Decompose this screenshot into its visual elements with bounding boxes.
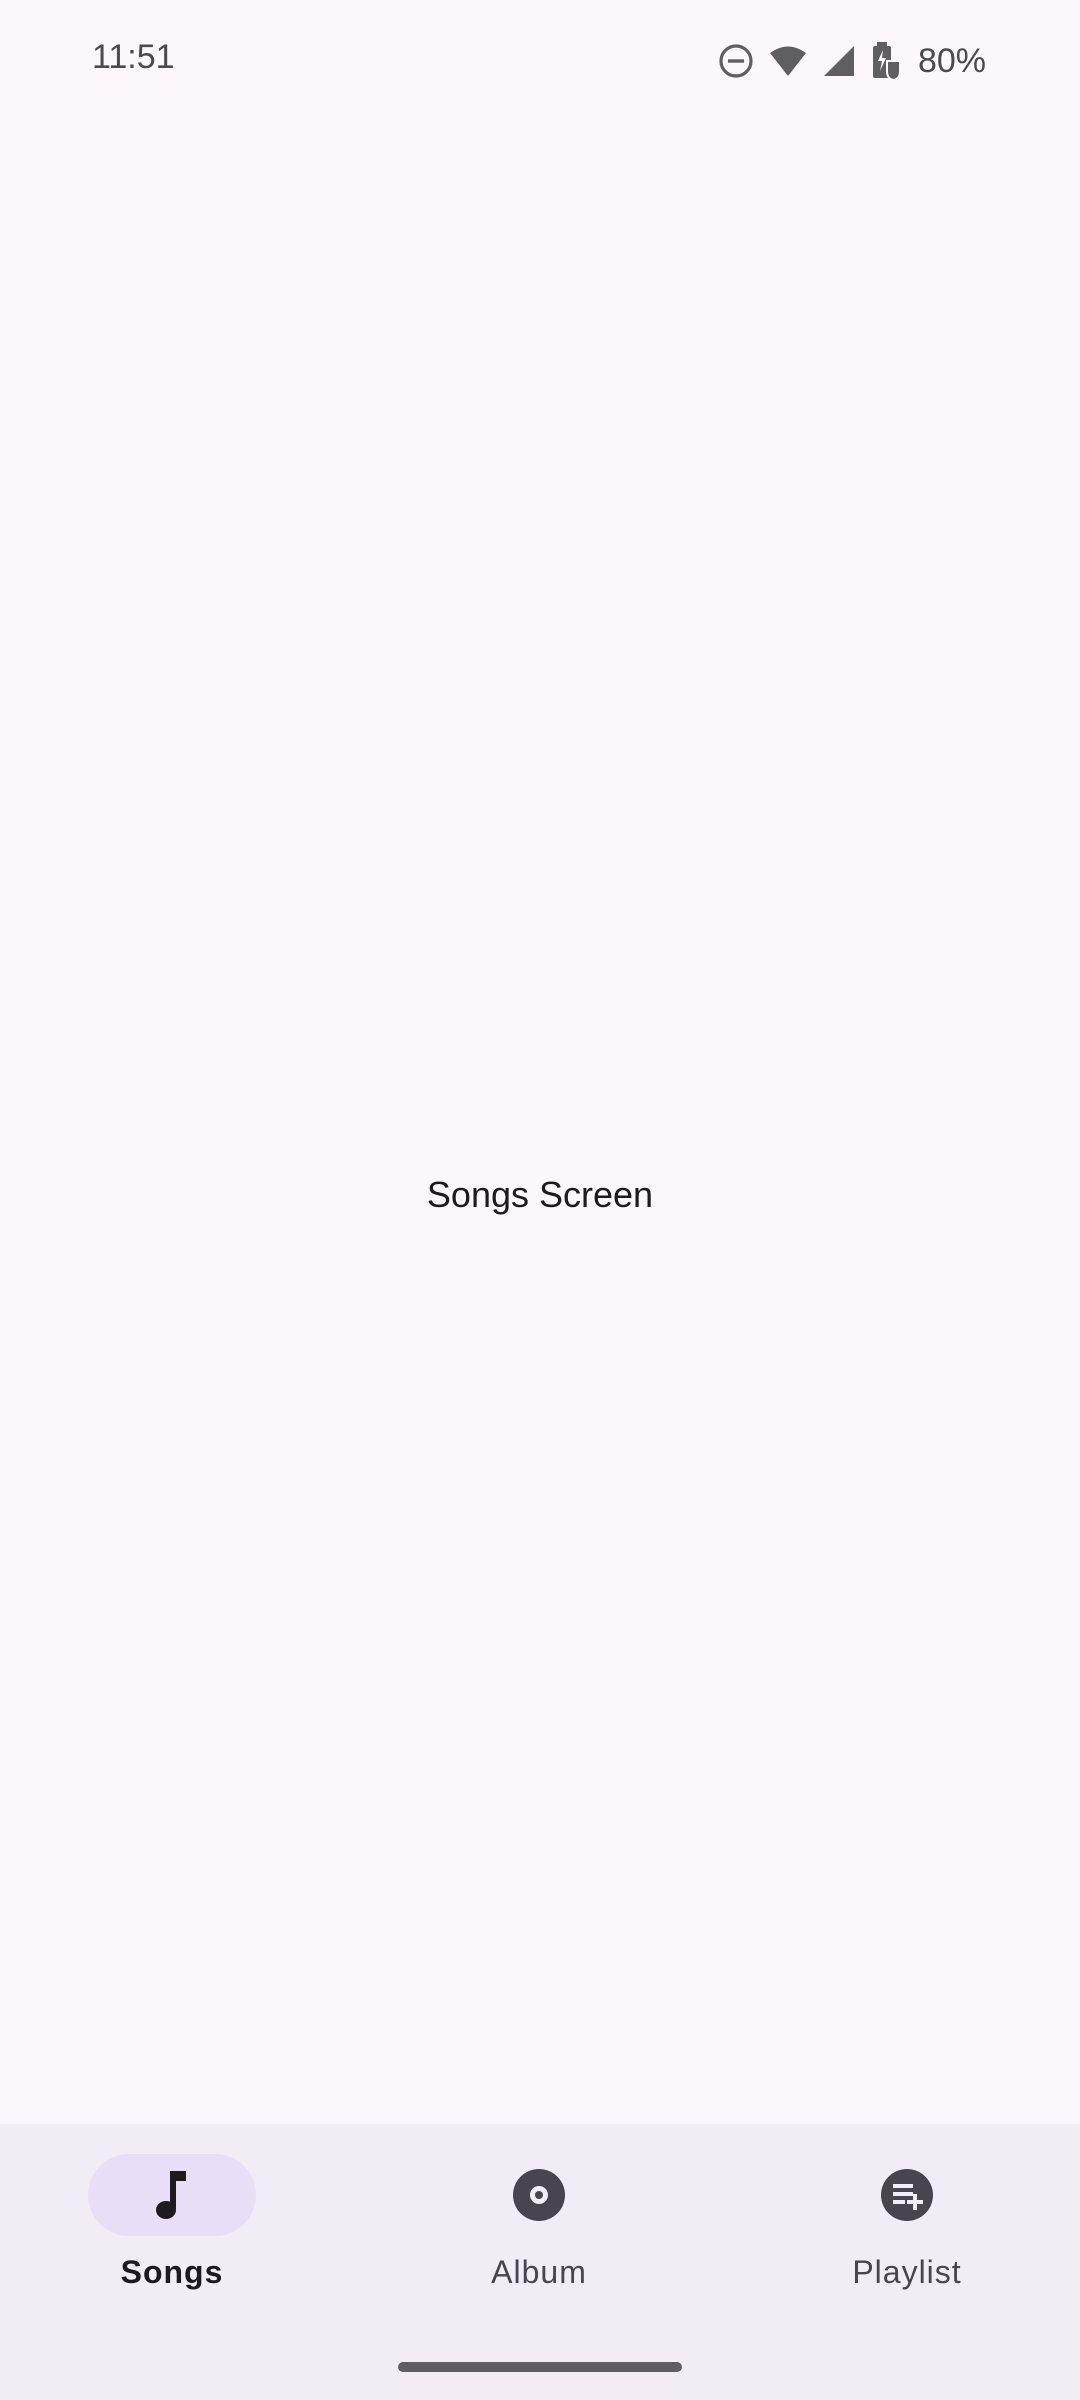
battery-charging-icon bbox=[870, 41, 902, 81]
music-note-icon bbox=[52, 2154, 292, 2236]
cell-signal-icon bbox=[822, 44, 856, 78]
screen-title: Songs Screen bbox=[426, 1174, 654, 1215]
playlist-add-icon bbox=[787, 2154, 1027, 2236]
status-time: 11:51 bbox=[92, 38, 175, 76]
songs-screen bbox=[0, 124, 1080, 2124]
nav-label-playlist: Playlist bbox=[852, 2254, 962, 2290]
nav-item-playlist[interactable]: Playlist bbox=[787, 2154, 1027, 2304]
nav-label-album: Album bbox=[491, 2254, 587, 2290]
status-bar: 11:51 80% bbox=[0, 0, 1080, 124]
nav-item-album[interactable]: Album bbox=[419, 2154, 659, 2304]
battery-percentage: 80% bbox=[917, 41, 986, 80]
nav-item-songs[interactable]: Songs bbox=[52, 2154, 292, 2304]
do-not-disturb-icon bbox=[718, 43, 754, 79]
status-icons: 80% bbox=[718, 40, 986, 82]
nav-label-songs: Songs bbox=[120, 2254, 224, 2290]
bottom-navigation-bar: Songs Album Playlist bbox=[0, 2124, 1080, 2400]
gesture-navigation-handle[interactable] bbox=[398, 2362, 682, 2372]
album-disc-icon bbox=[419, 2154, 659, 2236]
wifi-icon bbox=[768, 44, 808, 78]
